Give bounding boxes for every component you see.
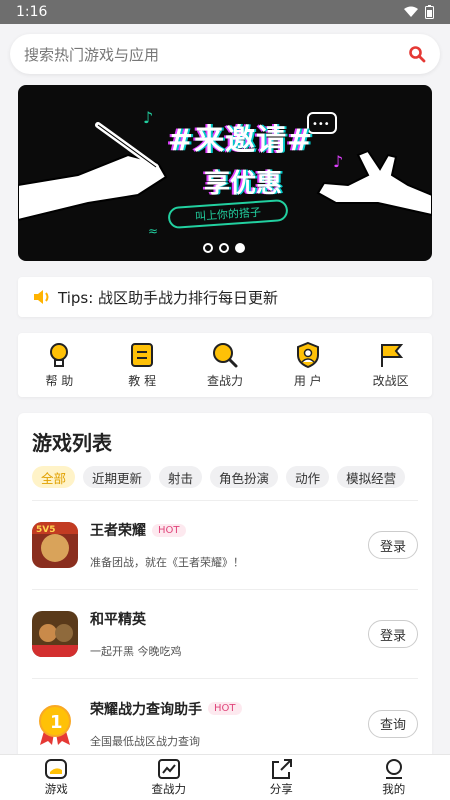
speaker-icon	[34, 290, 49, 304]
chart-icon	[157, 759, 180, 779]
game-row[interactable]: 5V5 王者荣耀 HOT 准备团战，就在《王者荣耀》！ 登录	[32, 501, 418, 590]
wifi-icon	[404, 6, 418, 17]
status-bar: 1:16	[0, 0, 450, 24]
hot-badge: HOT	[152, 523, 186, 537]
game-name: 荣耀战力查询助手	[90, 701, 202, 718]
quick-help-label: 帮 助	[45, 374, 74, 388]
svg-text:♪: ♪	[143, 108, 153, 127]
chip-shooter[interactable]: 射击	[159, 466, 203, 488]
tab-share-label: 分享	[269, 782, 293, 796]
search-input[interactable]: 搜索热门游戏与应用	[24, 44, 408, 65]
chip-recent[interactable]: 近期更新	[83, 466, 152, 488]
game-list-title: 游戏列表	[32, 431, 112, 455]
quick-region-label: 改战区	[372, 374, 409, 388]
svg-text:•••: •••	[312, 119, 330, 130]
carousel-dot-active[interactable]	[235, 243, 245, 253]
tab-games-label: 游戏	[44, 782, 68, 796]
query-button[interactable]: 查询	[368, 709, 418, 738]
bottom-tab-bar: 游戏 查战力 分享 我的	[0, 754, 450, 800]
quick-region[interactable]: 改战区	[356, 341, 426, 389]
svg-text:1: 1	[50, 712, 63, 733]
game-name: 和平精英	[90, 612, 146, 628]
share-icon	[272, 759, 293, 779]
game-name: 王者荣耀	[90, 523, 146, 539]
tips-text: Tips: 战区助手战力排行每日更新	[58, 288, 279, 307]
game-icon-peacekeeper-elite[interactable]	[32, 611, 78, 657]
game-desc: 准备团战，就在《王者荣耀》！	[90, 556, 244, 569]
game-icon-honor-of-kings[interactable]: 5V5	[32, 522, 78, 568]
login-button[interactable]: 登录	[368, 531, 418, 559]
quick-tutorial[interactable]: 教 程	[107, 341, 177, 389]
quick-tutorial-label: 教 程	[128, 374, 157, 388]
tab-power-label: 查战力	[151, 782, 187, 796]
profile-icon	[385, 759, 402, 779]
quick-user-label: 用 户	[293, 374, 322, 388]
svg-text:≈: ≈	[148, 224, 158, 238]
magnifier-icon	[212, 343, 238, 368]
search-bar[interactable]: 搜索热门游戏与应用	[10, 34, 440, 74]
game-info: 和平精英 一起开黑 今晚吃鸡	[90, 609, 368, 659]
svg-text:♪: ♪	[333, 152, 343, 171]
svg-text:5V5: 5V5	[36, 525, 56, 535]
chip-sim[interactable]: 模拟经营	[337, 466, 406, 488]
game-name-row: 王者荣耀 HOT	[90, 520, 368, 540]
game-info: 荣耀战力查询助手 HOT 全国最低战区战力查询	[90, 699, 368, 749]
quick-help[interactable]: 帮 助	[24, 341, 94, 389]
quick-actions: 帮 助 教 程 查战力 用 户 改战区	[18, 333, 432, 397]
game-info: 王者荣耀 HOT 准备团战，就在《王者荣耀》！	[90, 520, 368, 570]
game-name-row: 和平精英	[90, 609, 368, 629]
carousel-dots[interactable]	[203, 243, 245, 253]
carousel-dot[interactable]	[203, 243, 213, 253]
battery-icon	[425, 5, 434, 19]
search-icon[interactable]	[408, 45, 426, 63]
hot-badge: HOT	[208, 702, 242, 715]
game-list-card: 游戏列表 全部 近期更新 射击 角色扮演 动作 模拟经营 5V5 王者荣耀 HO…	[18, 413, 432, 773]
game-row[interactable]: 和平精英 一起开黑 今晚吃鸡 登录	[32, 590, 418, 679]
tips-bar[interactable]: Tips: 战区助手战力排行每日更新	[18, 277, 432, 317]
carousel-dot[interactable]	[219, 243, 229, 253]
chip-rpg[interactable]: 角色扮演	[210, 466, 279, 488]
tab-me-label: 我的	[382, 782, 406, 796]
tab-share[interactable]: 分享	[241, 758, 321, 797]
game-icon	[45, 759, 68, 779]
quick-user[interactable]: 用 户	[273, 341, 343, 389]
login-button[interactable]: 登录	[368, 620, 418, 648]
chip-action[interactable]: 动作	[286, 466, 330, 488]
game-name-row: 荣耀战力查询助手 HOT	[90, 699, 368, 719]
user-shield-icon	[296, 341, 319, 369]
tab-games[interactable]: 游戏	[16, 758, 96, 797]
lightbulb-icon	[50, 343, 69, 367]
game-desc: 一起开黑 今晚吃鸡	[90, 645, 182, 658]
banner-title: #来邀请#	[168, 123, 314, 158]
promo-banner[interactable]: ♪ ♪ ••• ≈ #来邀请# 享优惠 叫上你的搭子	[18, 85, 432, 261]
flag-icon	[380, 344, 403, 367]
quick-power[interactable]: 查战力	[190, 341, 260, 389]
chip-all[interactable]: 全部	[32, 466, 76, 488]
game-desc: 全国最低战区战力查询	[90, 734, 200, 748]
category-chips: 全部 近期更新 射击 角色扮演 动作 模拟经营	[32, 466, 418, 501]
document-icon	[131, 343, 154, 367]
medal-icon[interactable]: 1	[32, 701, 78, 747]
tab-me[interactable]: 我的	[354, 758, 434, 797]
banner-subtitle: 享优惠	[204, 169, 283, 199]
status-icons	[403, 5, 434, 19]
tab-power[interactable]: 查战力	[129, 758, 209, 797]
quick-power-label: 查战力	[206, 374, 243, 388]
status-time: 1:16	[16, 4, 48, 20]
